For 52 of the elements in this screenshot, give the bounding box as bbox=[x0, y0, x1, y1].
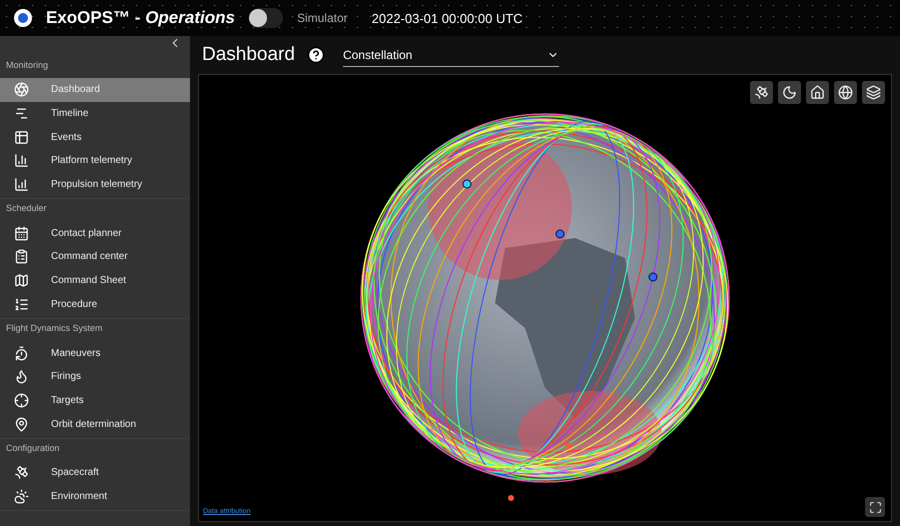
list-icon bbox=[14, 296, 29, 312]
section-label: Scheduler bbox=[5, 202, 48, 216]
page-title: Dashboard bbox=[202, 44, 295, 66]
satellite-icon bbox=[14, 465, 29, 480]
bar-chart-icon bbox=[14, 177, 29, 192]
sidebar-item[interactable]: Spacecraft bbox=[0, 460, 190, 485]
moon-button[interactable] bbox=[778, 81, 801, 104]
sidebar-item[interactable]: Contact planner bbox=[0, 221, 190, 246]
sidebar-item[interactable]: Command center bbox=[0, 245, 190, 269]
view-select[interactable]: Constellation bbox=[342, 44, 559, 66]
home-button[interactable] bbox=[806, 81, 829, 104]
bar-chart-icon bbox=[14, 153, 29, 168]
timeline-icon bbox=[14, 106, 29, 122]
layers-button[interactable] bbox=[862, 81, 885, 104]
satellite-icon bbox=[754, 85, 769, 100]
sidebar-item[interactable]: Procedure bbox=[0, 292, 190, 316]
sidebar-item[interactable]: Propulsion telemetry bbox=[0, 172, 190, 196]
sidebar-item[interactable]: Environment bbox=[0, 484, 190, 508]
date-time: 2022-03-01 00:00:00 UTC bbox=[372, 10, 523, 26]
simulator-toggle[interactable] bbox=[248, 8, 283, 28]
section-label: Configuration bbox=[5, 442, 61, 455]
map-icon bbox=[14, 273, 29, 288]
home-icon bbox=[810, 85, 825, 100]
logo-icon bbox=[14, 9, 32, 27]
crosshair-icon bbox=[14, 392, 29, 408]
satellite-button[interactable] bbox=[750, 81, 773, 104]
clipboard-icon bbox=[14, 249, 29, 264]
sidebar-item[interactable]: Firings bbox=[0, 364, 190, 389]
table-icon bbox=[14, 130, 29, 145]
moon-icon bbox=[782, 85, 797, 100]
sidebar-item[interactable]: Targets bbox=[0, 388, 190, 412]
sidebar-item[interactable]: Platform telemetry bbox=[0, 149, 190, 173]
fullscreen-button[interactable] bbox=[865, 497, 885, 517]
app-title: ExoOPS™ - Operations bbox=[46, 8, 235, 28]
timer-icon bbox=[14, 346, 29, 361]
sidebar-item[interactable]: Orbit determination bbox=[0, 412, 190, 436]
simulator-label: Simulator bbox=[296, 11, 348, 25]
section-label: Monitoring bbox=[5, 59, 50, 72]
cloud-sun-icon bbox=[14, 488, 29, 504]
flame-icon bbox=[14, 369, 29, 384]
fullscreen-icon bbox=[868, 500, 882, 514]
globe-button[interactable] bbox=[834, 81, 857, 104]
calendar-icon bbox=[14, 226, 29, 241]
map-pin-icon bbox=[14, 416, 29, 432]
help-icon[interactable] bbox=[306, 46, 325, 64]
section-label: Flight Dynamics System bbox=[5, 322, 104, 336]
sidebar-item[interactable]: Maneuvers bbox=[0, 341, 190, 365]
sidebar-item[interactable]: Command Sheet bbox=[0, 268, 190, 292]
sidebar-item[interactable]: Dashboard bbox=[0, 78, 190, 102]
sidebar-item[interactable]: Events bbox=[0, 125, 190, 150]
layers-icon bbox=[866, 85, 881, 100]
sidebar-item[interactable]: Timeline bbox=[0, 102, 190, 126]
